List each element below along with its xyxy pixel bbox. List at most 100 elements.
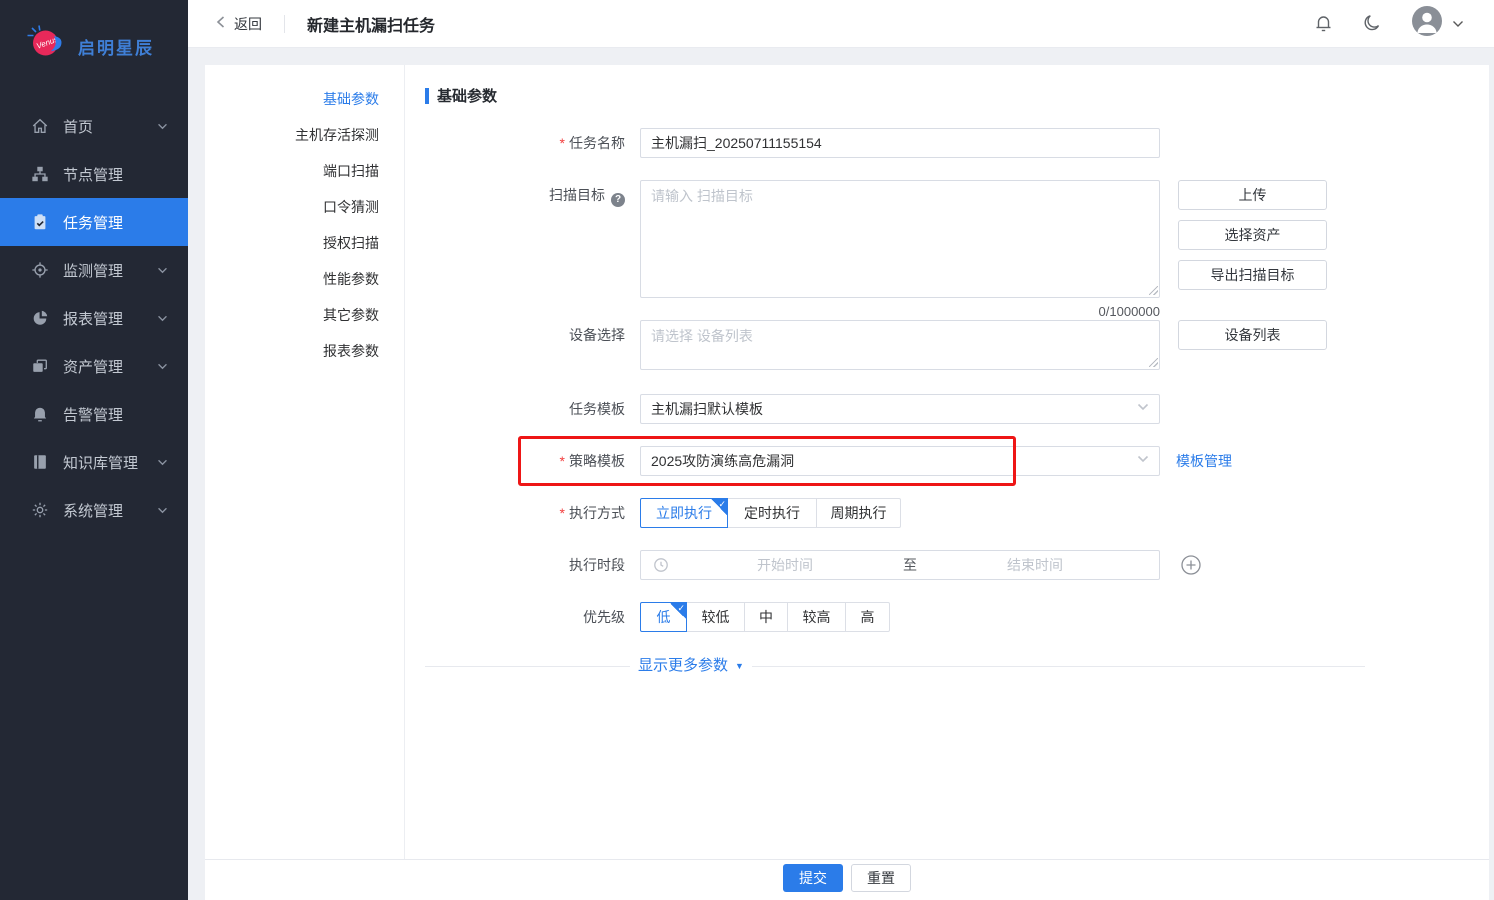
submit-button[interactable]: 提交 xyxy=(783,864,843,892)
bell-icon[interactable] xyxy=(1313,13,1334,35)
selected-check-icon: ✓ xyxy=(711,499,727,515)
alarm-icon xyxy=(30,404,50,424)
chevron-down-icon xyxy=(157,507,168,514)
scan-target-label: 扫描目标? xyxy=(425,180,640,210)
topbar-divider xyxy=(284,15,285,33)
selected-check-icon: ✓ xyxy=(670,603,686,619)
page-title: 新建主机漏扫任务 xyxy=(307,12,435,36)
end-time-placeholder: 结束时间 xyxy=(923,555,1147,575)
sidebar-item-1[interactable]: 节点管理 xyxy=(0,150,188,198)
required-mark: * xyxy=(560,453,565,469)
policy-template-value: 2025攻防演练高危漏洞 xyxy=(651,451,794,471)
sidebar: Venus 启明星辰 首页节点管理任务管理监测管理报表管理资产管理告警管理知识库… xyxy=(0,0,188,900)
scan-target-button-0[interactable]: 上传 xyxy=(1178,180,1327,210)
back-button[interactable]: 返回 xyxy=(215,14,262,34)
scan-target-button-2[interactable]: 导出扫描目标 xyxy=(1178,260,1327,290)
moon-icon[interactable] xyxy=(1362,13,1383,34)
required-mark: * xyxy=(560,505,565,521)
user-menu[interactable] xyxy=(1411,5,1464,42)
option-label: 较高 xyxy=(803,609,831,625)
exec-mode-option-2[interactable]: 周期执行 xyxy=(816,498,901,528)
chevron-down-icon xyxy=(157,459,168,466)
chevron-left-icon xyxy=(215,15,227,32)
exec-mode-group: 立即执行✓ 定时执行 周期执行 xyxy=(640,498,901,528)
show-more-link[interactable]: 显示更多参数 ▼ xyxy=(630,657,752,675)
help-icon[interactable]: ? xyxy=(611,193,625,207)
tasks-icon xyxy=(30,212,50,232)
task-template-select[interactable]: 主机漏扫默认模板 xyxy=(640,394,1160,424)
clock-icon xyxy=(653,557,669,573)
add-period-icon[interactable] xyxy=(1180,554,1202,576)
policy-template-select[interactable]: 2025攻防演练高危漏洞 xyxy=(640,446,1160,476)
sidebar-item-6[interactable]: 告警管理 xyxy=(0,390,188,438)
scan-target-buttons: 上传选择资产导出扫描目标 xyxy=(1178,180,1327,290)
priority-option-2[interactable]: 中 xyxy=(744,602,788,632)
sidebar-item-2[interactable]: 任务管理 xyxy=(0,198,188,246)
device-list-button[interactable]: 设备列表 xyxy=(1178,320,1327,350)
priority-group: 低✓ 较低中较高高 xyxy=(640,602,890,632)
show-more-row: 显示更多参数 ▼ xyxy=(425,657,1365,675)
priority-option-4[interactable]: 高 xyxy=(845,602,890,632)
section-header: 基础参数 xyxy=(425,85,497,106)
option-label: 低 xyxy=(657,609,671,625)
app-root: Venus 启明星辰 首页节点管理任务管理监测管理报表管理资产管理告警管理知识库… xyxy=(0,0,1494,900)
chevron-down-icon xyxy=(1137,455,1149,463)
scan-target-textarea[interactable] xyxy=(640,180,1160,298)
chevron-down-icon xyxy=(157,315,168,322)
logo: Venus 启明星辰 xyxy=(0,0,188,92)
sidebar-item-3[interactable]: 监测管理 xyxy=(0,246,188,294)
field-exec-mode: *执行方式 立即执行✓ 定时执行 周期执行 xyxy=(425,498,901,528)
caret-down-icon: ▼ xyxy=(735,657,744,675)
sidebar-item-label: 知识库管理 xyxy=(63,452,138,473)
content-panel: 基础参数主机存活探测端口扫描口令猜测授权扫描性能参数其它参数报表参数 基础参数 … xyxy=(205,65,1489,900)
field-task-name: *任务名称 xyxy=(425,128,1160,158)
sidebar-item-0[interactable]: 首页 xyxy=(0,102,188,150)
field-priority: 优先级 低✓较低中较高高 xyxy=(425,602,890,632)
template-manage-link[interactable]: 模板管理 xyxy=(1176,446,1232,476)
monitor-icon xyxy=(30,260,50,280)
sidebar-item-4[interactable]: 报表管理 xyxy=(0,294,188,342)
task-template-label: 任务模板 xyxy=(425,394,640,424)
exec-mode-option-1[interactable]: 定时执行 xyxy=(727,498,817,528)
task-template-value: 主机漏扫默认模板 xyxy=(651,399,763,419)
start-time-placeholder: 开始时间 xyxy=(673,555,897,575)
logo-mark-icon: Venus xyxy=(24,23,70,70)
priority-option-0[interactable]: 低✓ xyxy=(640,602,687,632)
chevron-down-icon xyxy=(1137,403,1149,411)
section-title: 基础参数 xyxy=(437,85,497,106)
period-separator: 至 xyxy=(897,555,923,575)
section-accent-bar xyxy=(425,88,429,104)
option-label: 较低 xyxy=(702,609,730,625)
sidebar-item-8[interactable]: 系统管理 xyxy=(0,486,188,534)
sidebar-item-7[interactable]: 知识库管理 xyxy=(0,438,188,486)
sidebar-item-label: 监测管理 xyxy=(63,260,123,281)
option-label: 立即执行 xyxy=(656,505,712,521)
show-more-label: 显示更多参数 xyxy=(638,657,728,675)
chevron-down-icon xyxy=(157,123,168,130)
back-label: 返回 xyxy=(234,14,262,34)
option-label: 定时执行 xyxy=(744,505,800,521)
field-exec-period: 执行时段 开始时间 至 结束时间 xyxy=(425,550,1202,580)
sidebar-item-5[interactable]: 资产管理 xyxy=(0,342,188,390)
scan-target-button-1[interactable]: 选择资产 xyxy=(1178,220,1327,250)
policy-template-label: *策略模板 xyxy=(425,446,640,476)
task-name-input[interactable] xyxy=(640,128,1160,158)
option-label: 周期执行 xyxy=(831,505,887,521)
exec-mode-option-0[interactable]: 立即执行✓ xyxy=(640,498,728,528)
device-select-textarea[interactable] xyxy=(640,320,1160,370)
main-area: 返回 新建主机漏扫任务 xyxy=(188,0,1494,900)
topbar-actions xyxy=(1313,5,1464,42)
required-mark: * xyxy=(560,135,565,151)
sidebar-item-label: 系统管理 xyxy=(63,500,123,521)
reset-button[interactable]: 重置 xyxy=(851,864,911,892)
field-device-select: 设备选择 xyxy=(425,320,1160,370)
exec-mode-label: *执行方式 xyxy=(425,498,640,528)
exec-period-label: 执行时段 xyxy=(425,550,640,580)
priority-option-1[interactable]: 较低 xyxy=(686,602,745,632)
report-icon xyxy=(30,308,50,328)
priority-option-3[interactable]: 较高 xyxy=(787,602,846,632)
logo-text: 启明星辰 xyxy=(78,34,154,59)
exec-period-input[interactable]: 开始时间 至 结束时间 xyxy=(640,550,1160,580)
task-name-label: *任务名称 xyxy=(425,128,640,158)
avatar xyxy=(1411,5,1443,42)
